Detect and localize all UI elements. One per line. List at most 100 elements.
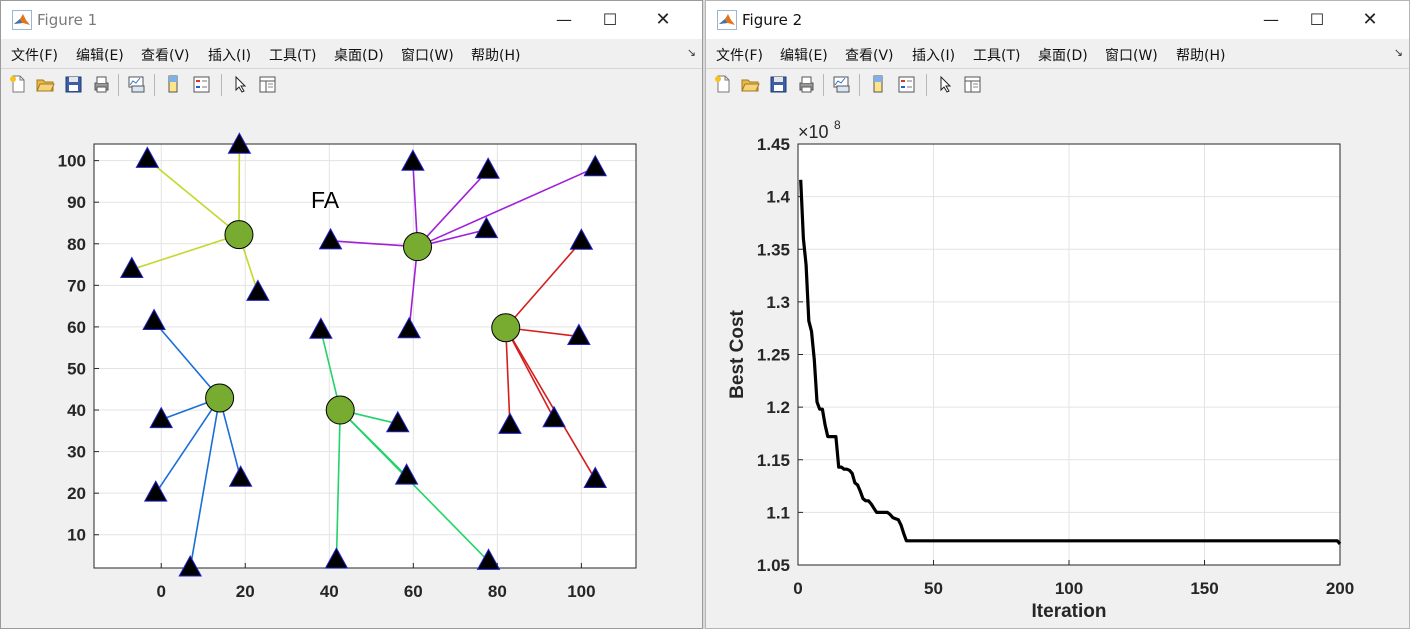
menu-help[interactable]: 帮助(H) xyxy=(1176,45,1225,65)
x-tick-label: 60 xyxy=(404,582,423,601)
open-file-icon[interactable] xyxy=(35,74,55,94)
y-tick-label: 1.45 xyxy=(757,135,790,154)
minimize-button[interactable]: — xyxy=(541,1,587,39)
menu-view[interactable]: 查看(V) xyxy=(141,45,190,65)
menu-desktop[interactable]: 桌面(D) xyxy=(334,45,384,65)
y-tick-label: 1.2 xyxy=(766,398,790,417)
y-tick-label: 70 xyxy=(67,276,86,295)
edit-plot-arrow-icon[interactable] xyxy=(230,74,250,94)
print-icon[interactable] xyxy=(796,74,816,94)
new-figure-icon[interactable] xyxy=(713,74,733,94)
y-tick-label: 30 xyxy=(67,443,86,462)
y-tick-label: 1.3 xyxy=(766,293,790,312)
x-tick-label: 100 xyxy=(1055,579,1083,598)
menu-edit[interactable]: 编辑(E) xyxy=(76,45,124,65)
y-tick-label: 10 xyxy=(67,526,86,545)
cluster-head-marker xyxy=(205,383,235,413)
y-tick-label: 1.25 xyxy=(757,346,790,365)
menu-desktop[interactable]: 桌面(D) xyxy=(1038,45,1088,65)
property-inspector-icon[interactable] xyxy=(962,74,982,94)
close-button[interactable]: ✕ xyxy=(640,1,686,39)
save-icon[interactable] xyxy=(63,74,83,94)
menu-help[interactable]: 帮助(H) xyxy=(471,45,520,65)
menu-insert[interactable]: 插入(I) xyxy=(208,45,251,65)
insert-colorbar-icon[interactable] xyxy=(163,74,183,94)
y-tick-label: 1.15 xyxy=(757,451,790,470)
y-tick-label: 80 xyxy=(67,235,86,254)
x-tick-label: 80 xyxy=(488,582,507,601)
menu-bar: 文件(F) 编辑(E) 查看(V) 插入(I) 工具(T) 桌面(D) 窗口(W… xyxy=(1,39,702,68)
x-tick-label: 0 xyxy=(156,582,165,601)
figure-2-window: Figure 2 — ☐ ✕ 文件(F) 编辑(E) 查看(V) 插入(I) 工… xyxy=(705,0,1410,629)
cluster-head-marker xyxy=(224,220,254,250)
cluster-head-marker xyxy=(403,232,433,262)
y-tick-label: 1.35 xyxy=(757,240,790,259)
new-figure-icon[interactable] xyxy=(8,74,28,94)
y-tick-label: 1.1 xyxy=(766,503,790,522)
window-title: Figure 2 xyxy=(742,11,803,29)
menu-file[interactable]: 文件(F) xyxy=(11,45,58,65)
y-exponent-label: ×10 xyxy=(798,122,829,142)
property-inspector-icon[interactable] xyxy=(257,74,277,94)
y-tick-label: 90 xyxy=(67,193,86,212)
save-icon[interactable] xyxy=(768,74,788,94)
toolbar-separator xyxy=(926,74,927,96)
menu-bar: 文件(F) 编辑(E) 查看(V) 插入(I) 工具(T) 桌面(D) 窗口(W… xyxy=(706,39,1409,68)
y-tick-label: 60 xyxy=(67,318,86,337)
toolbar-separator xyxy=(118,74,119,96)
toolbar-separator xyxy=(823,74,824,96)
menu-edit[interactable]: 编辑(E) xyxy=(780,45,828,65)
figure-area: 0 50 100 150 200 1.05 1.1 1.15 1.2 1.25 1.3 1.35 1.4… xyxy=(706,102,1409,628)
y-tick-label: 40 xyxy=(67,401,86,420)
insert-colorbar-icon[interactable] xyxy=(868,74,888,94)
title-bar[interactable]: Figure 1 — ☐ ✕ xyxy=(1,1,702,39)
window-title: Figure 1 xyxy=(37,11,98,29)
matlab-logo-icon xyxy=(717,10,737,30)
print-icon[interactable] xyxy=(91,74,111,94)
figure-area: 0 20 40 60 80 100 10 20 30 40 50 60 70 80 90 100 FA xyxy=(1,102,702,628)
toolbar-separator xyxy=(154,74,155,96)
sensor-node-marker xyxy=(227,132,252,154)
x-axis-label: Iteration xyxy=(1032,601,1107,622)
menu-tools[interactable]: 工具(T) xyxy=(269,45,316,65)
chart-title: FA xyxy=(311,187,340,213)
x-tick-label: 0 xyxy=(793,579,802,598)
open-file-icon[interactable] xyxy=(740,74,760,94)
link-plot-icon[interactable] xyxy=(831,74,851,94)
plot-area xyxy=(94,144,636,568)
cluster-head-marker xyxy=(491,313,521,343)
menu-file[interactable]: 文件(F) xyxy=(716,45,763,65)
menu-window[interactable]: 窗口(W) xyxy=(401,45,454,65)
cluster-plot[interactable]: 0 20 40 60 80 100 10 20 30 40 50 60 70 80 90 100 FA xyxy=(1,102,702,628)
minimize-button[interactable]: — xyxy=(1248,1,1294,39)
link-plot-icon[interactable] xyxy=(126,74,146,94)
x-tick-label: 20 xyxy=(236,582,255,601)
menu-tools[interactable]: 工具(T) xyxy=(973,45,1020,65)
y-tick-label: 1.4 xyxy=(766,188,790,207)
menu-view[interactable]: 查看(V) xyxy=(845,45,894,65)
close-button[interactable]: ✕ xyxy=(1347,1,1393,39)
title-bar[interactable]: Figure 2 — ☐ ✕ xyxy=(706,1,1409,39)
figure-toolbar xyxy=(1,68,702,103)
insert-legend-icon[interactable] xyxy=(191,74,211,94)
convergence-plot[interactable]: 0 50 100 150 200 1.05 1.1 1.15 1.2 1.25 1.3 1.35 1.4… xyxy=(706,102,1409,628)
dock-arrow-icon[interactable]: ↘ xyxy=(687,46,696,59)
toolbar-separator xyxy=(221,74,222,96)
edit-plot-arrow-icon[interactable] xyxy=(935,74,955,94)
dock-arrow-icon[interactable]: ↘ xyxy=(1394,46,1403,59)
menu-insert[interactable]: 插入(I) xyxy=(912,45,955,65)
x-tick-label: 200 xyxy=(1326,579,1354,598)
maximize-button[interactable]: ☐ xyxy=(587,1,633,39)
x-tick-label: 50 xyxy=(924,579,943,598)
figure-toolbar xyxy=(706,68,1409,103)
cluster-head-marker xyxy=(325,395,355,425)
y-exponent-power: 8 xyxy=(834,118,841,132)
insert-legend-icon[interactable] xyxy=(896,74,916,94)
x-tick-label: 150 xyxy=(1190,579,1218,598)
y-tick-label: 1.05 xyxy=(757,556,790,575)
toolbar-separator xyxy=(859,74,860,96)
matlab-logo-icon xyxy=(12,10,32,30)
maximize-button[interactable]: ☐ xyxy=(1294,1,1340,39)
figure-1-window: Figure 1 — ☐ ✕ 文件(F) 编辑(E) 查看(V) 插入(I) 工… xyxy=(0,0,703,629)
menu-window[interactable]: 窗口(W) xyxy=(1105,45,1158,65)
